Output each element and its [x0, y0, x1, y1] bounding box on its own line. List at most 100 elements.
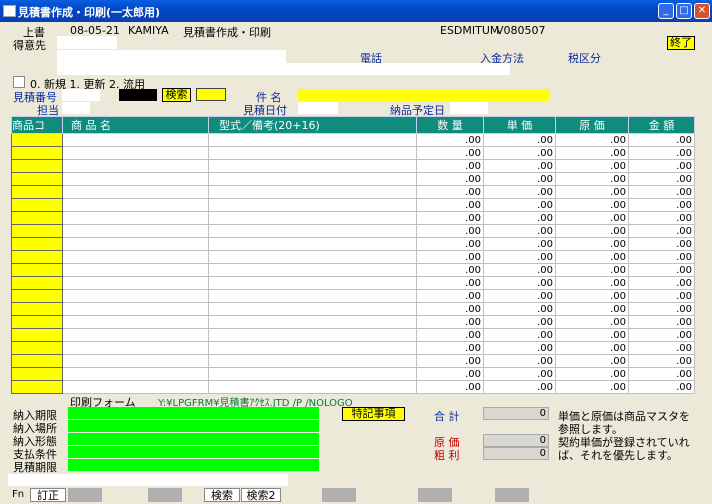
item-code-cell[interactable] — [11, 302, 63, 316]
qty-cell[interactable]: .00 — [416, 237, 484, 251]
price-cell[interactable]: .00 — [483, 315, 556, 329]
price-cell[interactable]: .00 — [483, 289, 556, 303]
item-code-cell[interactable] — [11, 380, 63, 394]
delivery-deadline-field[interactable] — [68, 407, 319, 419]
fkey-10[interactable] — [418, 488, 452, 502]
model-note-cell[interactable] — [208, 315, 417, 329]
item-code-cell[interactable] — [11, 211, 63, 225]
item-code-cell[interactable] — [11, 315, 63, 329]
price-cell[interactable]: .00 — [483, 367, 556, 381]
subject-field[interactable] — [298, 89, 549, 101]
cost-cell[interactable]: .00 — [555, 159, 629, 173]
cost-cell[interactable]: .00 — [555, 263, 629, 277]
item-code-cell[interactable] — [11, 250, 63, 264]
cost-cell[interactable]: .00 — [555, 380, 629, 394]
item-name-cell[interactable] — [62, 133, 209, 147]
cost-cell[interactable]: .00 — [555, 224, 629, 238]
search-fkey-button[interactable]: 検索 — [204, 488, 240, 502]
item-code-cell[interactable] — [11, 328, 63, 342]
price-cell[interactable]: .00 — [483, 380, 556, 394]
model-note-cell[interactable] — [208, 289, 417, 303]
item-name-cell[interactable] — [62, 354, 209, 368]
estimate-number-suffix-field[interactable] — [119, 89, 157, 101]
qty-cell[interactable]: .00 — [416, 263, 484, 277]
estimate-date-field[interactable] — [298, 102, 338, 114]
price-cell[interactable]: .00 — [483, 211, 556, 225]
fkey-3[interactable] — [68, 488, 102, 502]
qty-cell[interactable]: .00 — [416, 146, 484, 160]
price-cell[interactable]: .00 — [483, 172, 556, 186]
model-note-cell[interactable] — [208, 172, 417, 186]
qty-cell[interactable]: .00 — [416, 289, 484, 303]
item-name-cell[interactable] — [62, 328, 209, 342]
cost-cell[interactable]: .00 — [555, 250, 629, 264]
customer-address-field[interactable] — [57, 63, 510, 75]
item-name-cell[interactable] — [62, 224, 209, 238]
model-note-cell[interactable] — [208, 224, 417, 238]
item-name-cell[interactable] — [62, 289, 209, 303]
qty-cell[interactable]: .00 — [416, 328, 484, 342]
search-key-field[interactable] — [196, 88, 226, 101]
payment-terms-field[interactable] — [68, 446, 319, 458]
cost-cell[interactable]: .00 — [555, 302, 629, 316]
model-note-cell[interactable] — [208, 263, 417, 277]
cost-cell[interactable]: .00 — [555, 367, 629, 381]
price-cell[interactable]: .00 — [483, 328, 556, 342]
estimate-expiry-field[interactable] — [68, 459, 319, 471]
model-note-cell[interactable] — [208, 380, 417, 394]
model-note-cell[interactable] — [208, 354, 417, 368]
model-note-cell[interactable] — [208, 276, 417, 290]
customer-code-field[interactable] — [57, 36, 117, 49]
price-cell[interactable]: .00 — [483, 224, 556, 238]
item-code-cell[interactable] — [11, 367, 63, 381]
estimate-number-field[interactable] — [62, 89, 100, 101]
item-name-cell[interactable] — [62, 198, 209, 212]
qty-cell[interactable]: .00 — [416, 315, 484, 329]
delivery-form-field[interactable] — [68, 433, 319, 445]
model-note-cell[interactable] — [208, 133, 417, 147]
item-code-cell[interactable] — [11, 172, 63, 186]
cost-cell[interactable]: .00 — [555, 341, 629, 355]
item-code-cell[interactable] — [11, 185, 63, 199]
item-name-cell[interactable] — [62, 237, 209, 251]
item-code-cell[interactable] — [11, 198, 63, 212]
item-name-cell[interactable] — [62, 276, 209, 290]
cost-cell[interactable]: .00 — [555, 328, 629, 342]
qty-cell[interactable]: .00 — [416, 276, 484, 290]
item-code-cell[interactable] — [11, 224, 63, 238]
correct-button[interactable]: 訂正 — [30, 488, 66, 502]
price-cell[interactable]: .00 — [483, 198, 556, 212]
model-note-cell[interactable] — [208, 185, 417, 199]
cost-cell[interactable]: .00 — [555, 354, 629, 368]
exit-button[interactable]: 終了 — [667, 36, 695, 50]
item-name-cell[interactable] — [62, 302, 209, 316]
item-code-cell[interactable] — [11, 276, 63, 290]
cost-cell[interactable]: .00 — [555, 211, 629, 225]
price-cell[interactable]: .00 — [483, 250, 556, 264]
mode-field[interactable] — [13, 76, 25, 88]
price-cell[interactable]: .00 — [483, 146, 556, 160]
item-code-cell[interactable] — [11, 354, 63, 368]
price-cell[interactable]: .00 — [483, 185, 556, 199]
qty-cell[interactable]: .00 — [416, 159, 484, 173]
model-note-cell[interactable] — [208, 367, 417, 381]
price-cell[interactable]: .00 — [483, 263, 556, 277]
close-button[interactable]: ✕ — [694, 3, 710, 19]
model-note-cell[interactable] — [208, 328, 417, 342]
qty-cell[interactable]: .00 — [416, 250, 484, 264]
item-name-cell[interactable] — [62, 172, 209, 186]
item-name-cell[interactable] — [62, 185, 209, 199]
qty-cell[interactable]: .00 — [416, 302, 484, 316]
item-name-cell[interactable] — [62, 146, 209, 160]
model-note-cell[interactable] — [208, 341, 417, 355]
cost-cell[interactable]: .00 — [555, 237, 629, 251]
price-cell[interactable]: .00 — [483, 276, 556, 290]
price-cell[interactable]: .00 — [483, 341, 556, 355]
minimize-button[interactable]: _ — [658, 3, 674, 19]
cost-cell[interactable]: .00 — [555, 276, 629, 290]
item-name-cell[interactable] — [62, 211, 209, 225]
model-note-cell[interactable] — [208, 250, 417, 264]
item-name-cell[interactable] — [62, 367, 209, 381]
cost-cell[interactable]: .00 — [555, 185, 629, 199]
cost-cell[interactable]: .00 — [555, 198, 629, 212]
